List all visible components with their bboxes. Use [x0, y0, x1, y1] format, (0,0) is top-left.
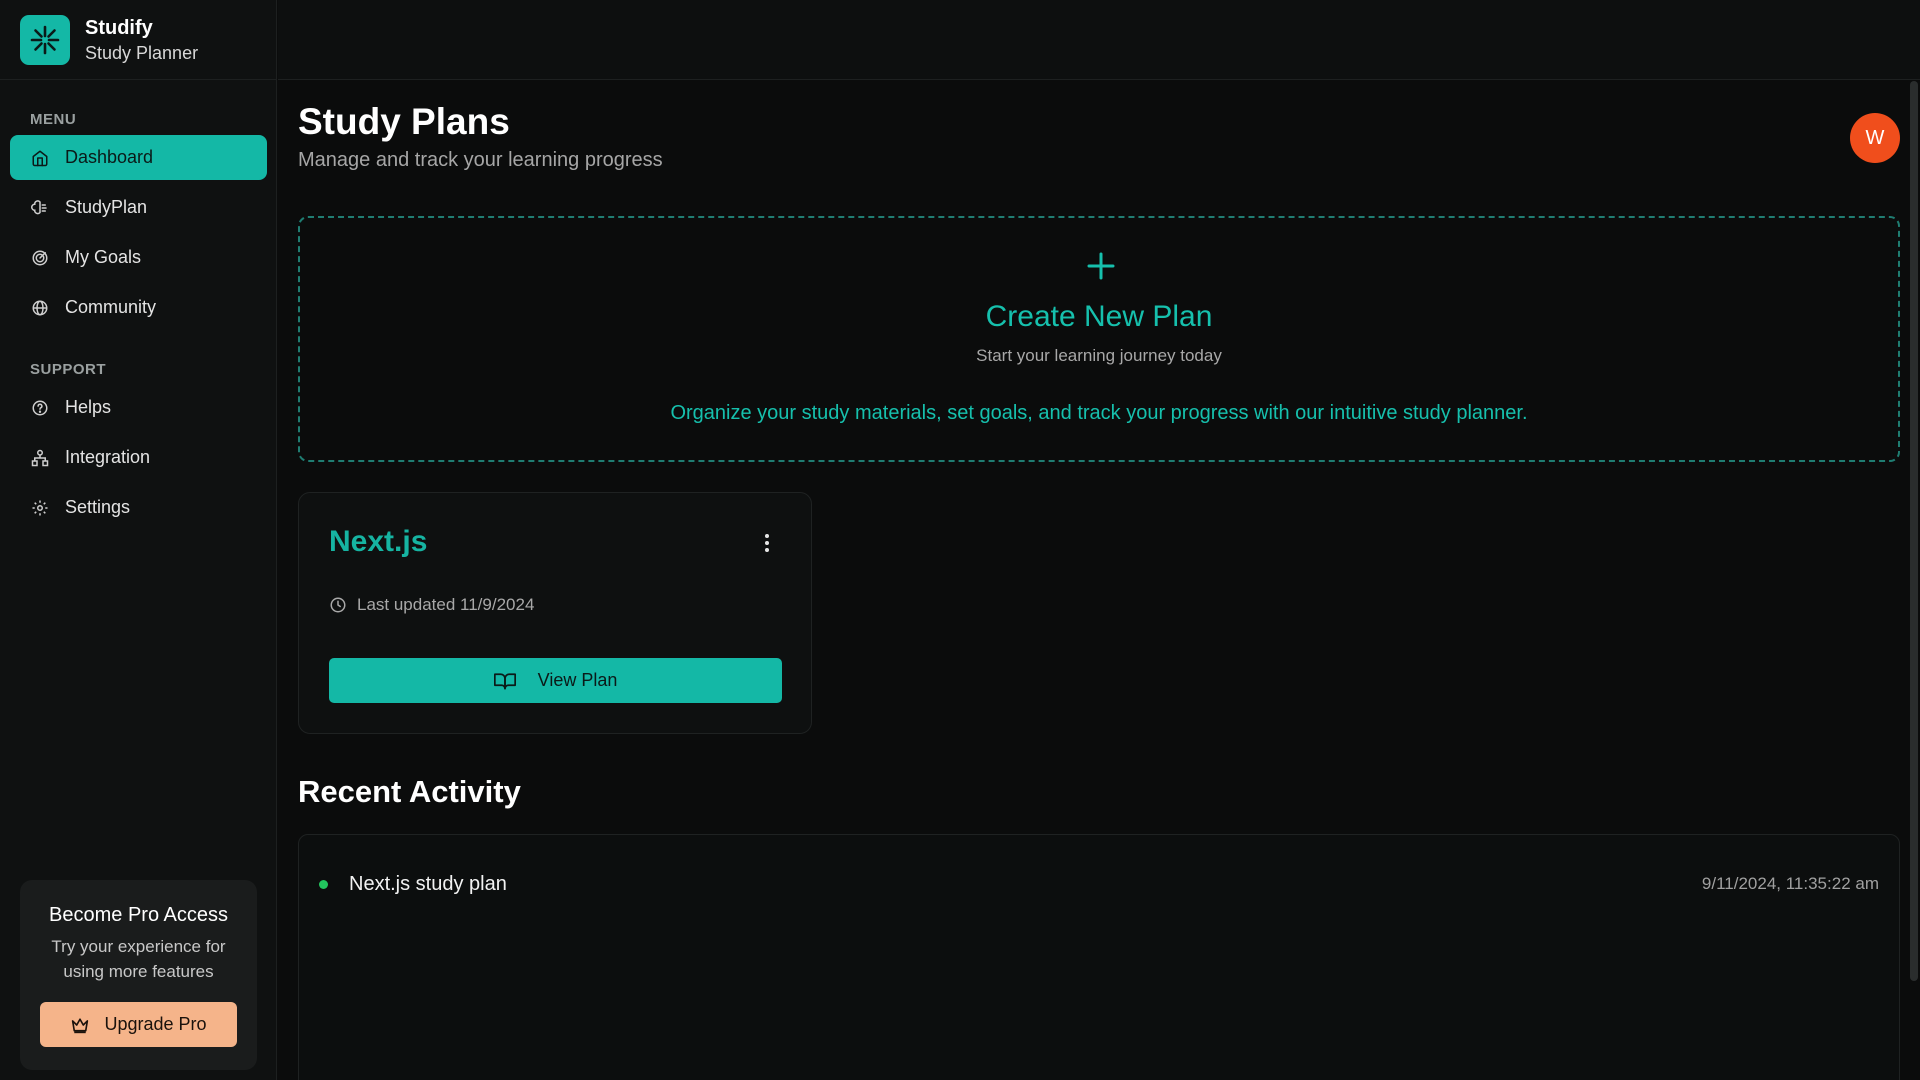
sidebar-item-my-goals[interactable]: My Goals: [10, 235, 267, 280]
logo-icon: [20, 14, 70, 65]
status-dot: [319, 879, 328, 889]
plan-name[interactable]: Next.js: [329, 525, 427, 559]
avatar[interactable]: W: [1850, 113, 1900, 163]
sidebar-item-label: Settings: [65, 497, 131, 517]
recent-activity-list: Next.js study plan 9/11/2024, 11:35:22 a…: [298, 834, 1900, 1080]
activity-text: Next.js study plan: [349, 872, 507, 895]
brand-subtitle: Study Planner: [85, 42, 199, 63]
home-icon: [30, 148, 50, 168]
sidebar-item-label: StudyPlan: [65, 197, 148, 217]
book-open-icon: [493, 672, 516, 690]
sidebar-item-label: Community: [65, 297, 157, 317]
brand-name: Studify: [85, 16, 153, 39]
create-plan-subtitle: Start your learning journey today: [976, 346, 1222, 365]
brain-icon: [30, 198, 50, 218]
sidebar-item-helps[interactable]: Helps: [10, 385, 267, 430]
sidebar-item-dashboard[interactable]: Dashboard: [10, 135, 267, 180]
sidebar-item-studyplan[interactable]: StudyPlan: [10, 185, 267, 230]
create-new-plan-button[interactable]: Create New Plan Start your learning jour…: [298, 216, 1900, 462]
create-plan-description: Organize your study materials, set goals…: [670, 402, 1528, 424]
list-item[interactable]: Next.js study plan 9/11/2024, 11:35:22 a…: [319, 869, 1879, 899]
activity-timestamp: 9/11/2024, 11:35:22 am: [1701, 874, 1879, 893]
crown-icon: [70, 1016, 90, 1034]
scrollbar[interactable]: [1908, 81, 1920, 1080]
globe-icon: [30, 298, 50, 318]
create-plan-title: Create New Plan: [985, 300, 1213, 333]
sidebar-item-label: Dashboard: [65, 147, 154, 167]
sidebar-item-integration[interactable]: Integration: [10, 435, 267, 480]
sidebar-item-label: Helps: [65, 397, 112, 417]
scrollbar-thumb[interactable]: [1910, 81, 1918, 981]
brand[interactable]: Studify Study Planner: [0, 0, 276, 80]
view-plan-label: View Plan: [537, 670, 618, 690]
recent-activity-title: Recent Activity: [298, 774, 521, 809]
target-icon: [30, 248, 50, 268]
sidebar-item-label: My Goals: [65, 247, 142, 267]
page-title: Study Plans: [298, 101, 510, 142]
gear-icon: [30, 498, 50, 518]
support-section-label: SUPPORT: [30, 361, 107, 378]
app: Studify Study Planner MENU Dashboard Stu…: [0, 0, 1920, 1080]
sidebar-item-label: Integration: [65, 447, 151, 467]
top-bar: [278, 0, 1920, 80]
more-options-icon[interactable]: [759, 531, 775, 555]
sidebar-item-community[interactable]: Community: [10, 285, 267, 330]
pro-upgrade-card: Become Pro Access Try your experience fo…: [20, 880, 257, 1070]
page-subtitle: Manage and track your learning progress: [298, 149, 663, 171]
sidebar: Studify Study Planner MENU Dashboard Stu…: [0, 0, 277, 1080]
pro-title: Become Pro Access: [49, 904, 228, 926]
sidebar-item-settings[interactable]: Settings: [10, 485, 267, 530]
clock-icon: [329, 596, 347, 614]
view-plan-button[interactable]: View Plan: [329, 658, 782, 703]
menu-section-label: MENU: [30, 111, 77, 128]
pro-description: Try your experience for using more featu…: [51, 937, 226, 981]
network-icon: [30, 448, 50, 468]
main-content: Study Plans Manage and track your learni…: [278, 81, 1908, 1080]
plan-last-updated: Last updated 11/9/2024: [329, 595, 534, 615]
plan-card: Next.js Last updated 11/9/2024 View Plan: [298, 492, 812, 734]
upgrade-pro-label: Upgrade Pro: [104, 1014, 207, 1034]
plan-updated-text: Last updated 11/9/2024: [357, 595, 535, 614]
upgrade-pro-button[interactable]: Upgrade Pro: [40, 1002, 237, 1047]
help-circle-icon: [30, 398, 50, 418]
plus-icon: [1086, 251, 1116, 286]
